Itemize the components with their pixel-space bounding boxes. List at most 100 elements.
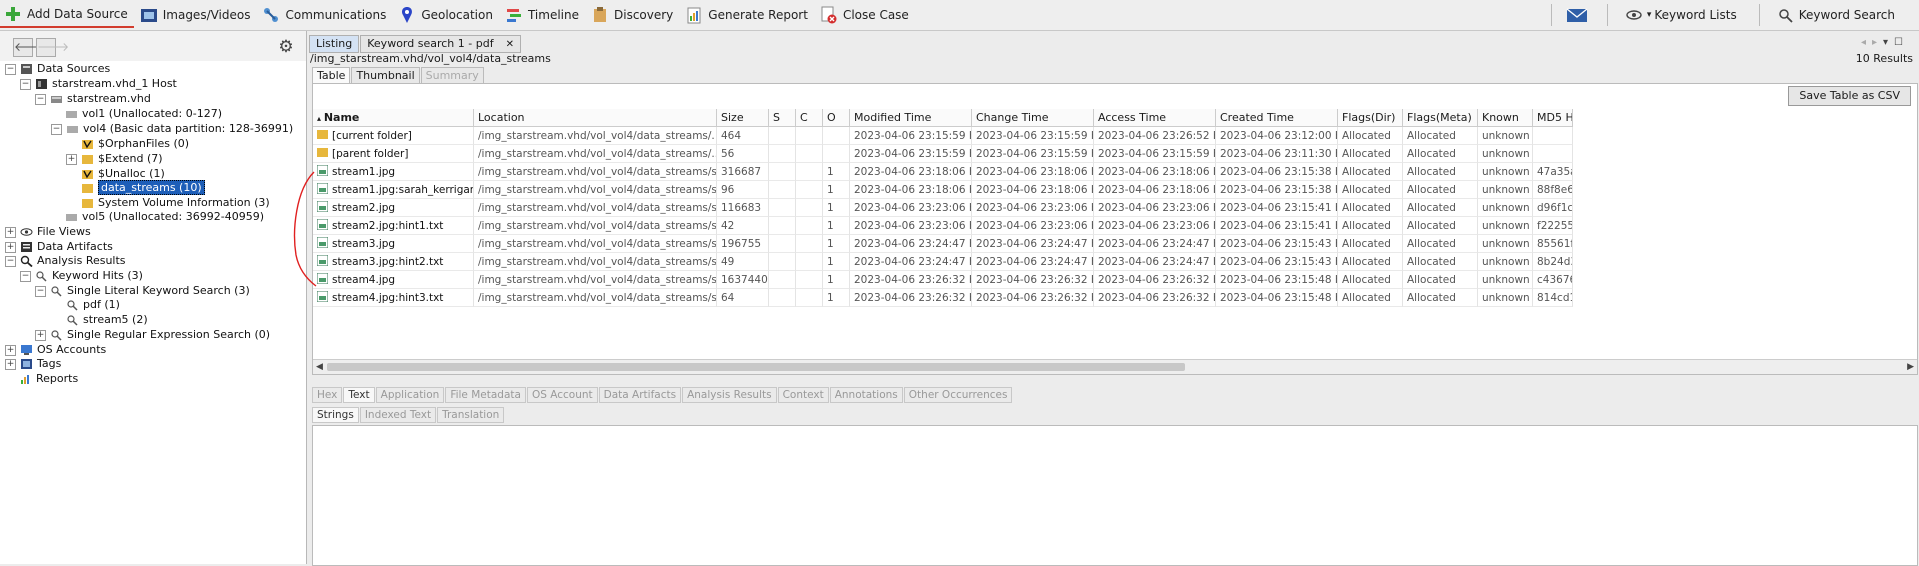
tab-thumbnail[interactable]: Thumbnail: [351, 67, 420, 84]
table-cell[interactable]: 2023-04-06 23:15:48 KST: [1216, 289, 1338, 307]
table-cell[interactable]: /img_starstream.vhd/vol_vol4/data_stream…: [474, 253, 717, 271]
tab-hex[interactable]: Hex: [312, 387, 343, 403]
table-cell[interactable]: 2023-04-06 23:15:59 KST: [850, 127, 972, 145]
table-cell[interactable]: 8b24d3: [1533, 253, 1573, 271]
collapse-toggle-icon[interactable]: −: [35, 93, 46, 105]
table-cell[interactable]: Allocated: [1403, 271, 1478, 289]
table-cell[interactable]: Allocated: [1338, 145, 1403, 163]
expand-toggle-icon[interactable]: +: [5, 344, 16, 356]
table-cell[interactable]: Allocated: [1403, 289, 1478, 307]
table-cell[interactable]: Allocated: [1338, 199, 1403, 217]
table-cell[interactable]: 88f8e6: [1533, 181, 1573, 199]
column-header[interactable]: Change Time: [972, 109, 1094, 127]
close-case-button[interactable]: Close Case: [816, 2, 915, 28]
tab-os-account[interactable]: OS Account: [526, 387, 598, 403]
table-cell[interactable]: Allocated: [1403, 127, 1478, 145]
scroll-left-icon[interactable]: ◀: [316, 360, 323, 374]
table-cell[interactable]: [769, 235, 796, 253]
table-cell[interactable]: 2023-04-06 23:24:47 KST: [850, 235, 972, 253]
expand-toggle-icon[interactable]: +: [5, 241, 16, 253]
expand-toggle-icon[interactable]: +: [5, 358, 16, 370]
table-cell[interactable]: /img_starstream.vhd/vol_vol4/data_stream…: [474, 199, 717, 217]
table-cell[interactable]: Allocated: [1338, 163, 1403, 181]
table-cell[interactable]: 85561f: [1533, 235, 1573, 253]
mail-icon[interactable]: [1566, 6, 1588, 24]
table-cell[interactable]: Allocated: [1403, 199, 1478, 217]
table-cell[interactable]: 2023-04-06 23:26:32 KST: [972, 271, 1094, 289]
table-cell[interactable]: 2023-04-06 23:23:06 KST: [972, 217, 1094, 235]
tab-text[interactable]: Text: [343, 387, 375, 403]
table-cell[interactable]: /img_starstream.vhd/vol_vol4/data_stream…: [474, 127, 717, 145]
back-arrow-icon[interactable]: 🡐: [13, 38, 46, 57]
table-cell[interactable]: 2023-04-06 23:15:41 KST: [1216, 217, 1338, 235]
table-cell[interactable]: unknown: [1478, 235, 1533, 253]
table-cell[interactable]: [769, 271, 796, 289]
table-cell[interactable]: 2023-04-06 23:12:00 KST: [1216, 127, 1338, 145]
table-cell[interactable]: 1: [823, 235, 850, 253]
table-cell[interactable]: [796, 253, 823, 271]
table-row-name-cell[interactable]: stream4.jpg: [313, 271, 474, 289]
table-cell[interactable]: unknown: [1478, 253, 1533, 271]
table-cell[interactable]: 2023-04-06 23:26:32 KST: [850, 289, 972, 307]
table-cell[interactable]: Allocated: [1403, 235, 1478, 253]
table-cell[interactable]: 2023-04-06 23:24:47 KST: [972, 253, 1094, 271]
table-cell[interactable]: 2023-04-06 23:26:32 KST: [850, 271, 972, 289]
table-row-name-cell[interactable]: [current folder]: [313, 127, 474, 145]
table-cell[interactable]: d96f1c: [1533, 199, 1573, 217]
horizontal-scrollbar[interactable]: ◀ ▶: [313, 359, 1917, 374]
table-cell[interactable]: 2023-04-06 23:15:59 KST: [850, 145, 972, 163]
table-cell[interactable]: [796, 289, 823, 307]
column-header[interactable]: MD5 H: [1533, 109, 1573, 127]
table-cell[interactable]: 2023-04-06 23:26:32 KST: [1094, 289, 1216, 307]
table-cell[interactable]: Allocated: [1338, 127, 1403, 145]
table-cell[interactable]: 1: [823, 271, 850, 289]
table-cell[interactable]: 2023-04-06 23:18:06 KST: [850, 163, 972, 181]
save-table-csv-button[interactable]: Save Table as CSV: [1788, 86, 1911, 106]
tab-strings[interactable]: Strings: [312, 407, 359, 423]
column-header[interactable]: Flags(Dir): [1338, 109, 1403, 127]
table-cell[interactable]: unknown: [1478, 199, 1533, 217]
collapse-toggle-icon[interactable]: −: [5, 63, 16, 75]
scrollbar-thumb[interactable]: [327, 363, 1185, 371]
table-row-name-cell[interactable]: [parent folder]: [313, 145, 474, 163]
table-cell[interactable]: [769, 199, 796, 217]
table-cell[interactable]: [769, 163, 796, 181]
table-row-name-cell[interactable]: stream1.jpg: [313, 163, 474, 181]
table-cell[interactable]: 2023-04-06 23:15:43 KST: [1216, 235, 1338, 253]
column-header[interactable]: Known: [1478, 109, 1533, 127]
table-cell[interactable]: 1: [823, 181, 850, 199]
table-cell[interactable]: 2023-04-06 23:24:47 KST: [850, 253, 972, 271]
table-row-name-cell[interactable]: stream3.jpg:hint2.txt: [313, 253, 474, 271]
table-cell[interactable]: /img_starstream.vhd/vol_vol4/data_stream…: [474, 235, 717, 253]
column-header[interactable]: S: [769, 109, 796, 127]
timeline-button[interactable]: Timeline: [501, 2, 585, 28]
table-cell[interactable]: 2023-04-06 23:18:06 KST: [850, 181, 972, 199]
table-cell[interactable]: Allocated: [1338, 253, 1403, 271]
table-cell[interactable]: 1: [823, 217, 850, 235]
table-cell[interactable]: 316687: [717, 163, 769, 181]
table-cell[interactable]: [769, 217, 796, 235]
tab-context[interactable]: Context: [777, 387, 829, 403]
images-videos-button[interactable]: Images/Videos: [136, 2, 257, 28]
table-cell[interactable]: 2023-04-06 23:15:59 KST: [972, 145, 1094, 163]
table-cell[interactable]: [769, 145, 796, 163]
table-cell[interactable]: [769, 289, 796, 307]
tree-item-reports[interactable]: Reports: [19, 370, 78, 388]
column-header[interactable]: Modified Time: [850, 109, 972, 127]
table-cell[interactable]: [769, 181, 796, 199]
gear-icon[interactable]: ⚙: [276, 37, 296, 57]
table-row-name-cell[interactable]: stream3.jpg: [313, 235, 474, 253]
table-cell[interactable]: Allocated: [1403, 145, 1478, 163]
table-row-name-cell[interactable]: stream2.jpg:hint1.txt: [313, 217, 474, 235]
table-cell[interactable]: 2023-04-06 23:15:38 KST: [1216, 181, 1338, 199]
discovery-button[interactable]: Discovery: [587, 2, 679, 28]
expand-toggle-icon[interactable]: +: [5, 226, 16, 238]
table-cell[interactable]: 814cd1: [1533, 289, 1573, 307]
table-cell[interactable]: 464: [717, 127, 769, 145]
table-cell[interactable]: 2023-04-06 23:15:48 KST: [1216, 271, 1338, 289]
table-cell[interactable]: f22255: [1533, 217, 1573, 235]
table-cell[interactable]: /img_starstream.vhd/vol_vol4/data_stream…: [474, 181, 717, 199]
table-cell[interactable]: [1533, 127, 1573, 145]
column-header[interactable]: Access Time: [1094, 109, 1216, 127]
tab-listing[interactable]: Listing: [309, 35, 360, 53]
